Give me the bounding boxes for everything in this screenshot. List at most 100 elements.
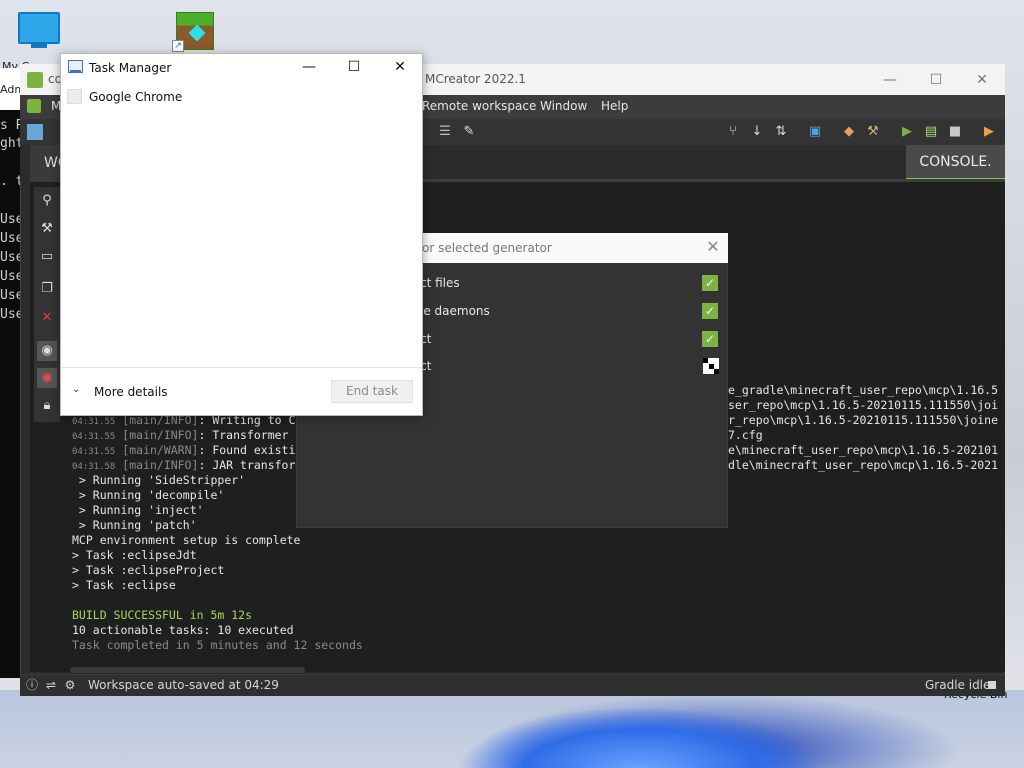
log-path: e\minecraft_user_repo\mcp\1.16.5-202101 xyxy=(728,443,999,457)
sync-icon[interactable]: ⇌ xyxy=(44,678,58,692)
lock-icon[interactable]: 🔒︎ xyxy=(37,396,57,416)
dialog-close-icon[interactable]: ✕ xyxy=(704,238,722,256)
terminal-icon[interactable]: ▭ xyxy=(37,247,57,267)
task-manager-icon xyxy=(68,60,83,73)
image-icon[interactable] xyxy=(27,124,43,140)
branch-icon[interactable]: ⑂ xyxy=(725,124,741,140)
terminal-line: . t xyxy=(0,174,22,189)
gradle-status: Gradle idle xyxy=(925,678,991,692)
delete-icon[interactable]: ✕ xyxy=(37,308,57,328)
settings-icon[interactable]: ⚙ xyxy=(63,678,77,692)
run-icon[interactable]: ▶ xyxy=(899,124,915,140)
check-icon: ✓ xyxy=(702,275,718,291)
edit-icon[interactable]: ✎ xyxy=(461,124,477,140)
menu-remote-workspace[interactable]: Remote workspace xyxy=(422,99,536,113)
maximize-button[interactable]: ☐ xyxy=(913,68,959,92)
tab-console[interactable]: CONSOLE. xyxy=(906,145,1005,181)
task-completed-line: Task completed in 5 minutes and 12 secon… xyxy=(72,638,363,652)
eraser-icon[interactable]: ◆ xyxy=(841,124,857,140)
task-list-item[interactable]: Google Chrome xyxy=(89,90,182,104)
log-task: > Running 'inject' xyxy=(72,503,204,517)
mcreator-app-icon xyxy=(27,72,43,88)
terminal-line: Use xyxy=(0,288,22,303)
mcreator-menu-icon[interactable] xyxy=(27,99,41,113)
chevron-down-icon[interactable]: ⌄ xyxy=(72,384,80,395)
eye-icon[interactable]: ◉ xyxy=(37,341,57,361)
log-path: e_gradle\minecraft_user_repo\mcp\1.16.5 xyxy=(728,383,999,397)
gradle-stop-icon[interactable] xyxy=(988,681,996,689)
log-time: 04:31.55 xyxy=(72,447,116,457)
export-icon[interactable]: ▶ xyxy=(981,124,997,140)
terminal-window[interactable] xyxy=(0,68,22,678)
dialog-step-label: le daemons xyxy=(420,304,490,318)
minimize-button[interactable]: — xyxy=(867,68,913,92)
computer-icon-stand xyxy=(31,44,47,48)
mcreator-title: MCreator 2022.1 xyxy=(425,72,526,86)
log-task: MCP environment setup is complete xyxy=(72,533,301,547)
check-icon: ✓ xyxy=(702,303,718,319)
tm-minimize-button[interactable]: — xyxy=(295,57,323,77)
log-task: > Running 'SideStripper' xyxy=(72,473,246,487)
menu-help[interactable]: Help xyxy=(601,99,628,113)
more-details-link[interactable]: More details xyxy=(94,385,168,399)
log-task: > Task :eclipseJdt xyxy=(72,548,197,562)
log-text: : JAR transform xyxy=(198,458,303,472)
hide-icon[interactable]: ◉ xyxy=(37,368,57,388)
log-time: 04:31.58 xyxy=(72,462,116,472)
end-task-button[interactable]: End task xyxy=(331,380,413,403)
stop-icon[interactable]: ■ xyxy=(947,124,963,140)
progress-spinner-icon xyxy=(703,358,719,374)
upload-icon[interactable]: ⇅ xyxy=(773,124,789,140)
terminal-line: s P xyxy=(0,118,22,133)
terminal-line: Use xyxy=(0,250,22,265)
tm-maximize-button[interactable]: ☐ xyxy=(340,57,368,77)
chrome-icon xyxy=(67,89,82,104)
terminal-line: ght xyxy=(0,136,22,151)
search-icon[interactable]: ⚲ xyxy=(37,191,57,211)
autosave-status: Workspace auto-saved at 04:29 xyxy=(88,678,279,692)
log-text: : Transformer f xyxy=(198,428,303,442)
task-manager-title: Task Manager xyxy=(89,61,172,75)
run-server-icon[interactable]: ▤ xyxy=(923,124,939,140)
shortcut-arrow-icon: ↗ xyxy=(172,40,184,52)
log-level: [main/INFO] xyxy=(122,428,199,442)
log-task: > Task :eclipseProject xyxy=(72,563,225,577)
close-button[interactable]: ✕ xyxy=(959,68,1005,92)
download-icon[interactable]: ↓ xyxy=(749,124,765,140)
log-level: [main/INFO] xyxy=(122,458,199,472)
horizontal-scrollbar[interactable] xyxy=(70,667,305,673)
folder-icon[interactable]: ▣ xyxy=(807,124,823,140)
check-icon: ✓ xyxy=(702,331,718,347)
list-icon[interactable]: ☰ xyxy=(437,124,453,140)
log-path: 7.cfg xyxy=(728,428,763,442)
wallpaper xyxy=(0,690,1024,768)
log-level: [main/WARN] xyxy=(122,443,199,457)
terminal-line: Use xyxy=(0,269,22,284)
dialog-title: or selected generator xyxy=(422,241,552,255)
terminal-title: Administrator xyxy=(0,83,22,96)
computer-icon[interactable] xyxy=(18,12,60,44)
menu-window[interactable]: Window xyxy=(540,99,587,113)
terminal-line: Use xyxy=(0,231,22,246)
log-path: dle\minecraft_user_repo\mcp\1.16.5-2021 xyxy=(728,458,999,472)
log-task: > Running 'patch' xyxy=(72,518,197,532)
tm-divider xyxy=(61,367,422,368)
hammer-icon[interactable]: ⚒ xyxy=(37,219,57,239)
tm-close-button[interactable]: ✕ xyxy=(386,57,414,77)
log-task: > Running 'decompile' xyxy=(72,488,225,502)
log-time: 04:31.55 xyxy=(72,432,116,442)
dialog-step-label: ct files xyxy=(420,276,460,290)
log-time: 04:31.55 xyxy=(72,417,116,427)
log-task: > Task :eclipse xyxy=(72,578,176,592)
terminal-line: Use xyxy=(0,307,22,322)
log-text: : Found existin xyxy=(198,443,303,457)
task-manager-window xyxy=(60,53,423,416)
terminal-line: Use xyxy=(0,212,22,227)
log-path: ser_repo\mcp\1.16.5-20210115.111550\joi xyxy=(728,398,999,412)
actionable-tasks-line: 10 actionable tasks: 10 executed xyxy=(72,623,294,637)
log-path: r_repo\mcp\1.16.5-20210115.111550\joine xyxy=(728,413,999,427)
info-icon[interactable]: ⓘ xyxy=(25,678,39,692)
build-icon[interactable]: ⚒ xyxy=(865,124,881,140)
copy-icon[interactable]: ❐ xyxy=(37,279,57,299)
build-success-line: BUILD SUCCESSFUL in 5m 12s xyxy=(72,608,253,622)
